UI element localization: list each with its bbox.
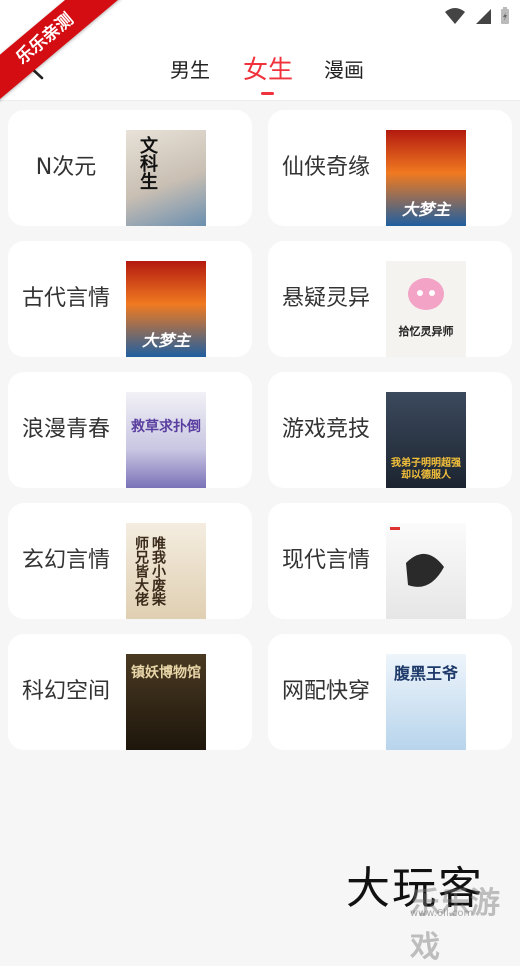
- cover-title: 镇妖博物馆: [131, 665, 201, 681]
- watermark-url: www.6ll.com: [410, 908, 474, 919]
- category-card[interactable]: 玄幻言情 唯我小废柴 师兄皆大佬: [8, 503, 252, 619]
- battery-icon: [501, 7, 509, 24]
- category-card[interactable]: 古代言情 大梦主: [8, 241, 252, 357]
- book-cover: 拾忆灵异师: [386, 261, 466, 357]
- cover-title: 文科生: [137, 136, 158, 190]
- watermark-sub: 乐乐游戏: [410, 886, 500, 965]
- signal-icon: [476, 9, 491, 24]
- category-card[interactable]: 仙侠奇缘 大梦主: [268, 110, 512, 226]
- category-label: 网配快穿: [281, 679, 370, 704]
- tab-male[interactable]: 男生: [170, 54, 210, 83]
- tab-bar: 男生 女生 漫画: [0, 34, 520, 100]
- top-navigation: 男生 女生 漫画: [0, 34, 520, 101]
- cover-title: 唯我小废柴 师兄皆大佬: [133, 536, 166, 606]
- category-label: 游戏竞技: [281, 417, 370, 442]
- category-label: 古代言情: [21, 286, 110, 311]
- book-cover: 我弟子明明超强却以德服人: [386, 392, 466, 488]
- book-cover: 镇妖博物馆: [126, 654, 206, 750]
- category-label: 悬疑灵异: [281, 286, 370, 311]
- category-card[interactable]: 网配快穿 腹黑王爷: [268, 634, 512, 750]
- category-card[interactable]: 悬疑灵异 拾忆灵异师: [268, 241, 512, 357]
- tab-comics[interactable]: 漫画: [324, 54, 364, 83]
- cover-title: 大梦主: [401, 200, 450, 219]
- category-label: 现代言情: [281, 548, 370, 573]
- category-label: N次元: [35, 155, 97, 180]
- cover-title: 大梦主: [141, 331, 190, 350]
- wifi-icon: [445, 8, 465, 24]
- book-cover: 大梦主: [126, 261, 206, 357]
- book-cover: 救草求扑倒: [126, 392, 206, 488]
- cover-title: 我弟子明明超强却以德服人: [391, 458, 461, 481]
- category-label: 科幻空间: [21, 679, 110, 704]
- book-cover: 文科生: [126, 130, 206, 226]
- cover-title: 救草求扑倒: [131, 419, 201, 435]
- category-label: 浪漫青春: [21, 417, 110, 442]
- book-cover: 大梦主: [386, 130, 466, 226]
- book-cover: [386, 523, 466, 619]
- category-card[interactable]: 浪漫青春 救草求扑倒: [8, 372, 252, 488]
- tab-female[interactable]: 女生: [243, 50, 293, 86]
- active-tab-indicator: [261, 92, 274, 95]
- category-card[interactable]: 科幻空间 镇妖博物馆: [8, 634, 252, 750]
- cover-illustration: [390, 527, 444, 587]
- book-cover: 腹黑王爷: [386, 654, 466, 750]
- status-icons: [444, 7, 510, 25]
- cover-illustration: [408, 278, 444, 310]
- category-label: 仙侠奇缘: [281, 155, 370, 180]
- category-card[interactable]: 游戏竞技 我弟子明明超强却以德服人: [268, 372, 512, 488]
- category-card[interactable]: 现代言情: [268, 503, 512, 619]
- category-label: 玄幻言情: [21, 548, 110, 573]
- category-card[interactable]: N次元 文科生: [8, 110, 252, 226]
- cover-title: 腹黑王爷: [393, 664, 458, 683]
- book-cover: 唯我小废柴 师兄皆大佬: [126, 523, 206, 619]
- cover-title: 拾忆灵异师: [398, 325, 454, 338]
